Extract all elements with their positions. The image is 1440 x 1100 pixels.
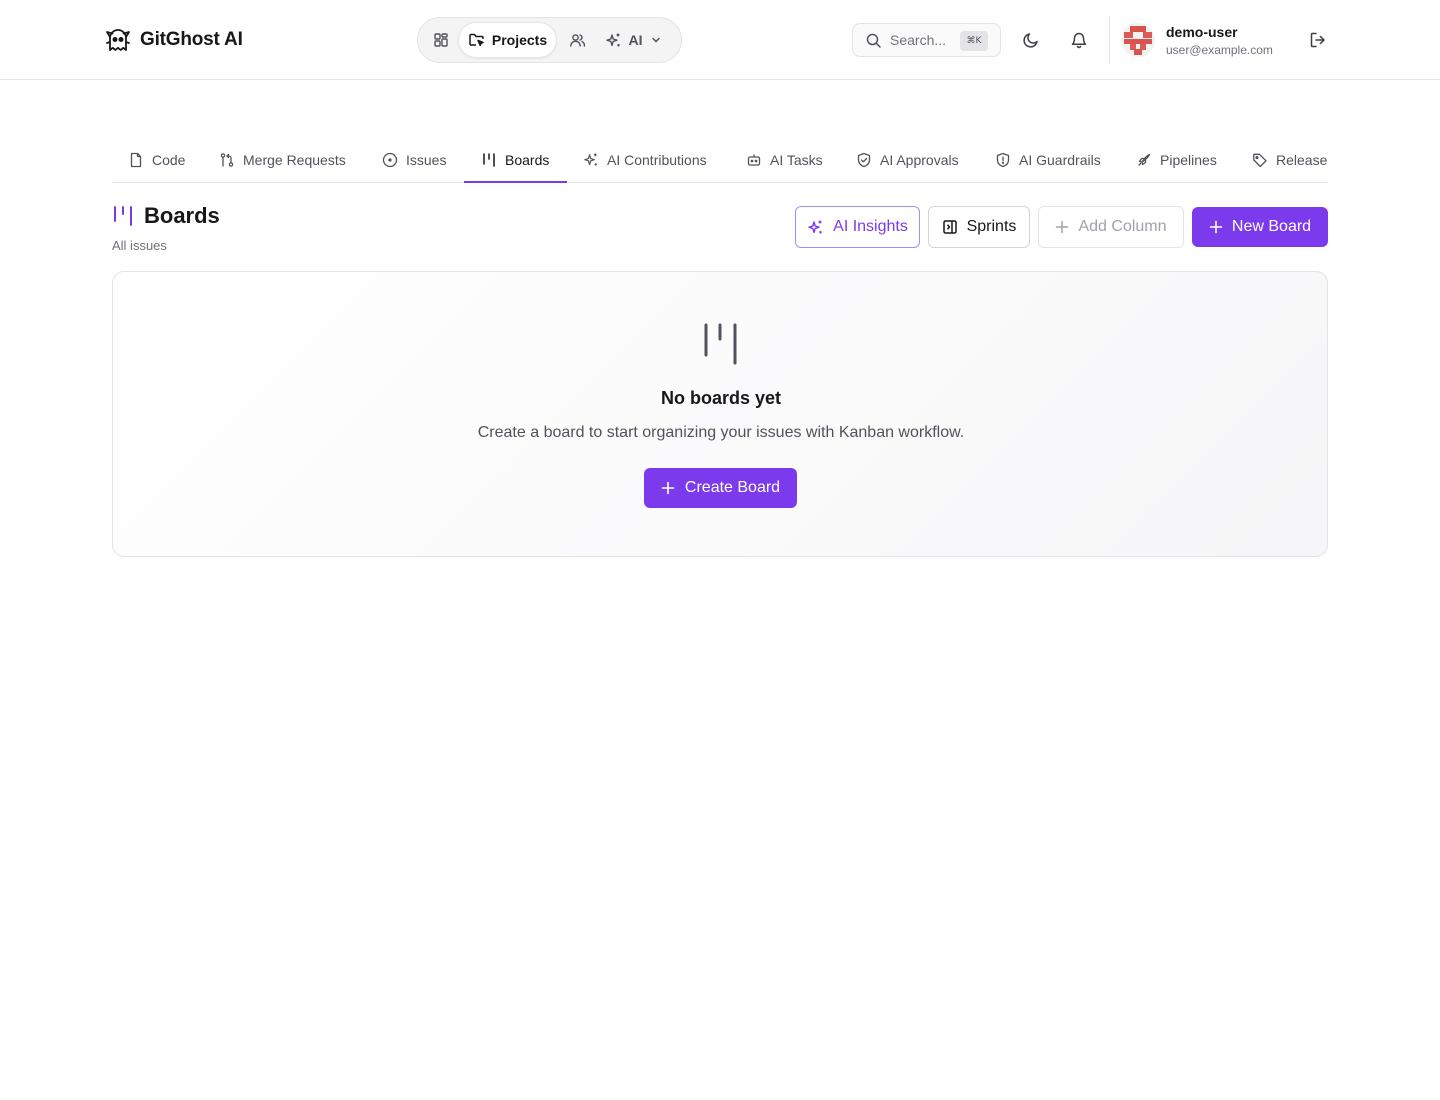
tab-label: AI Contributions — [607, 151, 707, 168]
tab-ai-tasks[interactable]: AI Tasks — [746, 136, 823, 183]
plus-icon — [1209, 220, 1223, 234]
tab-label: Code — [152, 151, 186, 168]
git-pull-request-icon — [219, 152, 235, 168]
kanban-icon — [112, 204, 134, 228]
ai-insights-button[interactable]: AI Insights — [795, 206, 920, 248]
add-column-button[interactable]: Add Column — [1038, 206, 1184, 248]
top-bar: GitGhost AI Projects AI Search... ⌘K dem… — [0, 0, 1440, 80]
moon-icon — [1022, 31, 1040, 49]
search-shortcut-badge: ⌘K — [960, 31, 988, 51]
bot-icon — [746, 152, 762, 168]
file-icon — [128, 152, 144, 168]
main-nav: Projects AI — [417, 17, 682, 63]
page-title: Boards — [144, 203, 220, 228]
logout-icon — [1309, 31, 1327, 49]
tab-issues[interactable]: Issues — [382, 136, 446, 183]
brand-logo[interactable]: GitGhost AI — [104, 26, 243, 54]
project-tabs: Code Merge Requests Issues Boards AI Con… — [112, 136, 1328, 183]
plus-icon — [661, 481, 675, 495]
bell-icon — [1070, 31, 1088, 49]
create-board-label: Create Board — [684, 479, 781, 496]
plus-icon — [1055, 220, 1069, 234]
empty-state-description: Create a board to start organizing your … — [477, 424, 965, 441]
tab-label: Issues — [406, 151, 447, 168]
tab-label: Release — [1276, 151, 1328, 168]
tab-code[interactable]: Code — [128, 136, 185, 183]
kanban-icon — [481, 152, 497, 168]
active-tab-indicator — [464, 181, 567, 183]
sprints-label: Sprints — [966, 218, 1017, 235]
add-column-label: Add Column — [1078, 218, 1167, 235]
tab-label: Merge Requests — [243, 151, 346, 168]
user-name: demo-user — [1166, 24, 1238, 40]
empty-state-title: No boards yet — [660, 388, 782, 408]
shield-check-icon — [856, 152, 872, 168]
avatar[interactable] — [1121, 23, 1155, 57]
chevron-down-icon — [650, 34, 662, 46]
tab-ai-approvals[interactable]: AI Approvals — [856, 136, 959, 183]
circle-dot-icon — [382, 152, 398, 168]
tab-release[interactable]: Release — [1252, 136, 1327, 183]
search-icon — [865, 32, 882, 49]
page-subtitle: All issues — [112, 238, 167, 253]
new-board-label: New Board — [1231, 218, 1312, 235]
nav-team[interactable] — [561, 22, 593, 58]
notifications-button[interactable] — [1063, 24, 1095, 56]
theme-toggle-button[interactable] — [1015, 24, 1047, 56]
tag-icon — [1252, 152, 1268, 168]
users-icon — [569, 32, 586, 48]
nav-ai-label: AI — [628, 32, 643, 48]
empty-state-card: No boards yet Create a board to start or… — [112, 271, 1328, 557]
tab-label: AI Approvals — [880, 151, 959, 168]
page-title-row: Boards — [112, 203, 220, 229]
tab-ai-guardrails[interactable]: AI Guardrails — [995, 136, 1101, 183]
dashboard-icon — [433, 32, 449, 48]
tab-ai-contributions[interactable]: AI Contributions — [583, 136, 707, 183]
nav-projects-label: Projects — [491, 32, 548, 48]
user-email: user@example.com — [1166, 43, 1273, 57]
nav-projects[interactable]: Projects — [458, 22, 557, 58]
logout-button[interactable] — [1302, 24, 1334, 56]
tab-merge-requests[interactable]: Merge Requests — [219, 136, 346, 183]
tab-label: AI Tasks — [770, 151, 823, 168]
user-divider — [1109, 16, 1110, 64]
search-input[interactable]: Search... ⌘K — [852, 23, 1001, 57]
create-board-button[interactable]: Create Board — [644, 468, 797, 508]
ghost-icon — [104, 26, 132, 54]
tab-label: AI Guardrails — [1019, 151, 1101, 168]
tab-label: Boards — [505, 151, 550, 168]
search-placeholder: Search... — [890, 32, 947, 48]
tab-label: Pipelines — [1160, 151, 1217, 168]
sparkles-icon — [583, 152, 599, 168]
brand-name: GitGhost AI — [140, 29, 243, 50]
kanban-icon — [703, 322, 739, 366]
sprints-panel-icon — [942, 219, 958, 235]
sprints-button[interactable]: Sprints — [928, 206, 1030, 248]
ai-insights-label: AI Insights — [833, 218, 908, 235]
tab-pipelines[interactable]: Pipelines — [1136, 136, 1217, 183]
tab-boards[interactable]: Boards — [481, 136, 549, 183]
shield-alert-icon — [995, 152, 1011, 168]
new-board-button[interactable]: New Board — [1192, 207, 1328, 247]
sparkles-icon — [605, 32, 622, 49]
nav-ai-dropdown[interactable]: AI — [600, 22, 666, 58]
nav-dashboard[interactable] — [426, 22, 456, 58]
sparkles-icon — [807, 219, 824, 236]
rocket-icon — [1136, 152, 1152, 168]
folder-icon — [468, 32, 485, 48]
